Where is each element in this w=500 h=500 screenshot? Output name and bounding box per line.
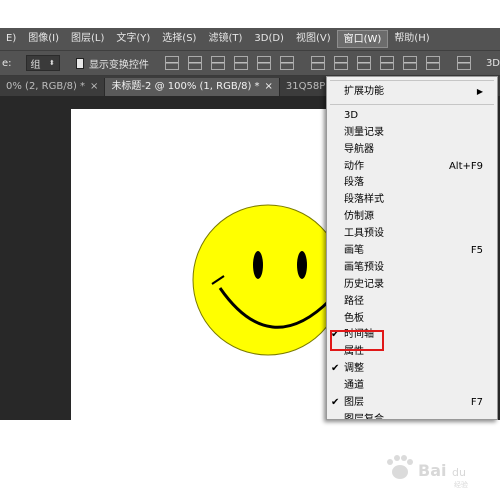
doc-tab[interactable]: 0% (2, RGB/8) * × bbox=[0, 78, 106, 96]
menu-item-label: 动作 bbox=[344, 160, 364, 172]
checkmark-icon: ✔ bbox=[331, 397, 340, 409]
checkmark-icon: ✔ bbox=[331, 329, 340, 341]
menu-3d[interactable]: 3D(D) bbox=[248, 30, 290, 48]
menu-item-tool-presets[interactable]: 工具预设 bbox=[327, 226, 497, 243]
show-transform-checkbox[interactable] bbox=[75, 57, 84, 69]
distribute-hcenter-icon[interactable] bbox=[402, 56, 417, 70]
svg-text:Bai: Bai bbox=[418, 461, 446, 480]
menu-item-label: 路径 bbox=[344, 295, 364, 307]
menu-item-label: 测量记录 bbox=[344, 126, 384, 138]
menu-item-brush-presets[interactable]: 画笔预设 bbox=[327, 260, 497, 277]
align-right-icon[interactable] bbox=[279, 56, 294, 70]
menu-item-label: 调整 bbox=[344, 363, 364, 375]
menu-filter[interactable]: 滤镜(T) bbox=[202, 30, 248, 48]
menu-item-brush[interactable]: 画笔 F5 bbox=[327, 243, 497, 260]
smiley-left-eye bbox=[253, 251, 263, 279]
menu-item-adjustments[interactable]: ✔ 调整 bbox=[327, 361, 497, 378]
menu-item-shortcut: F7 bbox=[470, 397, 483, 409]
menu-item-layer-comps[interactable]: 图层复合 bbox=[327, 412, 497, 420]
options-bar: e: 组 ⬍ 显示变换控件 3D bbox=[0, 50, 500, 76]
auto-select-value: 组 bbox=[30, 59, 41, 71]
menu-layer[interactable]: 图层(L) bbox=[65, 30, 110, 48]
menu-item-label: 时间轴 bbox=[344, 329, 374, 341]
menu-item-shortcut: F5 bbox=[470, 245, 483, 257]
menu-bar: E) 图像(I) 图层(L) 文字(Y) 选择(S) 滤镜(T) 3D(D) 视… bbox=[0, 28, 500, 50]
menu-separator bbox=[327, 77, 497, 84]
close-icon[interactable]: × bbox=[265, 81, 273, 92]
menu-type[interactable]: 文字(Y) bbox=[110, 30, 156, 48]
options-prefix: e: bbox=[2, 57, 12, 69]
mode-3d-label[interactable]: 3D bbox=[486, 58, 500, 69]
menu-item-shortcut: Alt+F9 bbox=[448, 160, 483, 172]
menu-separator bbox=[327, 101, 497, 108]
menu-item-3d[interactable]: 3D bbox=[327, 108, 497, 125]
menu-item-label: 通道 bbox=[344, 380, 364, 392]
show-transform-label: 显示变换控件 bbox=[88, 59, 149, 71]
menu-item-history[interactable]: 历史记录 bbox=[327, 277, 497, 294]
menu-view[interactable]: 视图(V) bbox=[290, 30, 337, 48]
menu-item-label: 图层复合 bbox=[344, 413, 384, 420]
window-menu-dropdown: 扩展功能 ▶ 3D 测量记录 导航器 动作 Alt+F9 段落 段落样式 仿制源… bbox=[326, 76, 498, 420]
menu-item-navigator[interactable]: 导航器 bbox=[327, 142, 497, 159]
submenu-arrow-icon: ▶ bbox=[476, 87, 483, 96]
menu-item-timeline[interactable]: ✔ 时间轴 bbox=[327, 327, 497, 344]
menu-item-label: 段落 bbox=[344, 177, 364, 189]
baidu-watermark-logo: Bai du 经验 bbox=[387, 455, 468, 489]
menu-item-label: 扩展功能 bbox=[344, 86, 384, 97]
doc-tab-label: 未标题-2 @ 100% (1, RGB/8) * bbox=[111, 81, 260, 92]
menu-window[interactable]: 窗口(W) bbox=[336, 30, 389, 48]
menu-item-label: 仿制源 bbox=[344, 211, 374, 223]
menu-item-layers[interactable]: ✔ 图层 F7 bbox=[327, 395, 497, 412]
menu-edit[interactable]: E) bbox=[0, 30, 22, 48]
distribute-right-icon[interactable] bbox=[425, 56, 440, 70]
menu-item-properties[interactable]: 属性 bbox=[327, 344, 497, 361]
doc-tab-label: 0% (2, RGB/8) * bbox=[6, 81, 86, 92]
menu-select[interactable]: 选择(S) bbox=[156, 30, 202, 48]
close-icon[interactable]: × bbox=[90, 81, 98, 92]
distribute-top-icon[interactable] bbox=[310, 56, 325, 70]
align-bottom-icon[interactable] bbox=[210, 56, 225, 70]
svg-text:经验: 经验 bbox=[454, 480, 468, 489]
menu-item-label: 图层 bbox=[344, 397, 364, 409]
svg-text:du: du bbox=[452, 466, 466, 479]
menu-item-swatches[interactable]: 色板 bbox=[327, 311, 497, 328]
menu-item-label: 属性 bbox=[344, 346, 364, 358]
auto-align-icon[interactable] bbox=[456, 56, 471, 70]
align-tools bbox=[164, 56, 480, 70]
menu-item-label: 段落样式 bbox=[344, 194, 384, 206]
menu-item-paths[interactable]: 路径 bbox=[327, 294, 497, 311]
menu-item-label: 导航器 bbox=[344, 143, 374, 155]
align-left-icon[interactable] bbox=[233, 56, 248, 70]
menu-item-actions[interactable]: 动作 Alt+F9 bbox=[327, 159, 497, 176]
menu-item-clone-source[interactable]: 仿制源 bbox=[327, 209, 497, 226]
menu-help[interactable]: 帮助(H) bbox=[388, 30, 435, 48]
auto-select-dropdown[interactable]: 组 ⬍ bbox=[25, 55, 60, 71]
smiley-face-circle bbox=[192, 204, 344, 356]
distribute-left-icon[interactable] bbox=[379, 56, 394, 70]
checkmark-icon: ✔ bbox=[331, 363, 340, 375]
menu-image[interactable]: 图像(I) bbox=[22, 30, 65, 48]
menu-item-paragraph[interactable]: 段落 bbox=[327, 175, 497, 192]
align-hcenter-icon[interactable] bbox=[256, 56, 271, 70]
dropdown-arrows-icon: ⬍ bbox=[48, 59, 55, 67]
menu-item-paragraph-styles[interactable]: 段落样式 bbox=[327, 192, 497, 209]
menu-item-measurement-log[interactable]: 测量记录 bbox=[327, 125, 497, 142]
menu-item-label: 画笔 bbox=[344, 245, 364, 257]
menu-item-label: 3D bbox=[344, 109, 359, 121]
align-top-icon[interactable] bbox=[164, 56, 179, 70]
menu-item-label: 色板 bbox=[344, 312, 364, 324]
menu-item-label: 画笔预设 bbox=[344, 261, 384, 273]
menu-item-label: 历史记录 bbox=[344, 278, 384, 290]
menu-item-label: 工具预设 bbox=[344, 228, 384, 240]
doc-tab-active[interactable]: 未标题-2 @ 100% (1, RGB/8) * × bbox=[105, 78, 280, 96]
distribute-vcenter-icon[interactable] bbox=[333, 56, 348, 70]
smiley-right-eye bbox=[297, 251, 307, 279]
menu-item-extensions[interactable]: 扩展功能 ▶ bbox=[327, 84, 497, 101]
menu-item-channels[interactable]: 通道 bbox=[327, 378, 497, 395]
align-vcenter-icon[interactable] bbox=[187, 56, 202, 70]
distribute-bottom-icon[interactable] bbox=[356, 56, 371, 70]
